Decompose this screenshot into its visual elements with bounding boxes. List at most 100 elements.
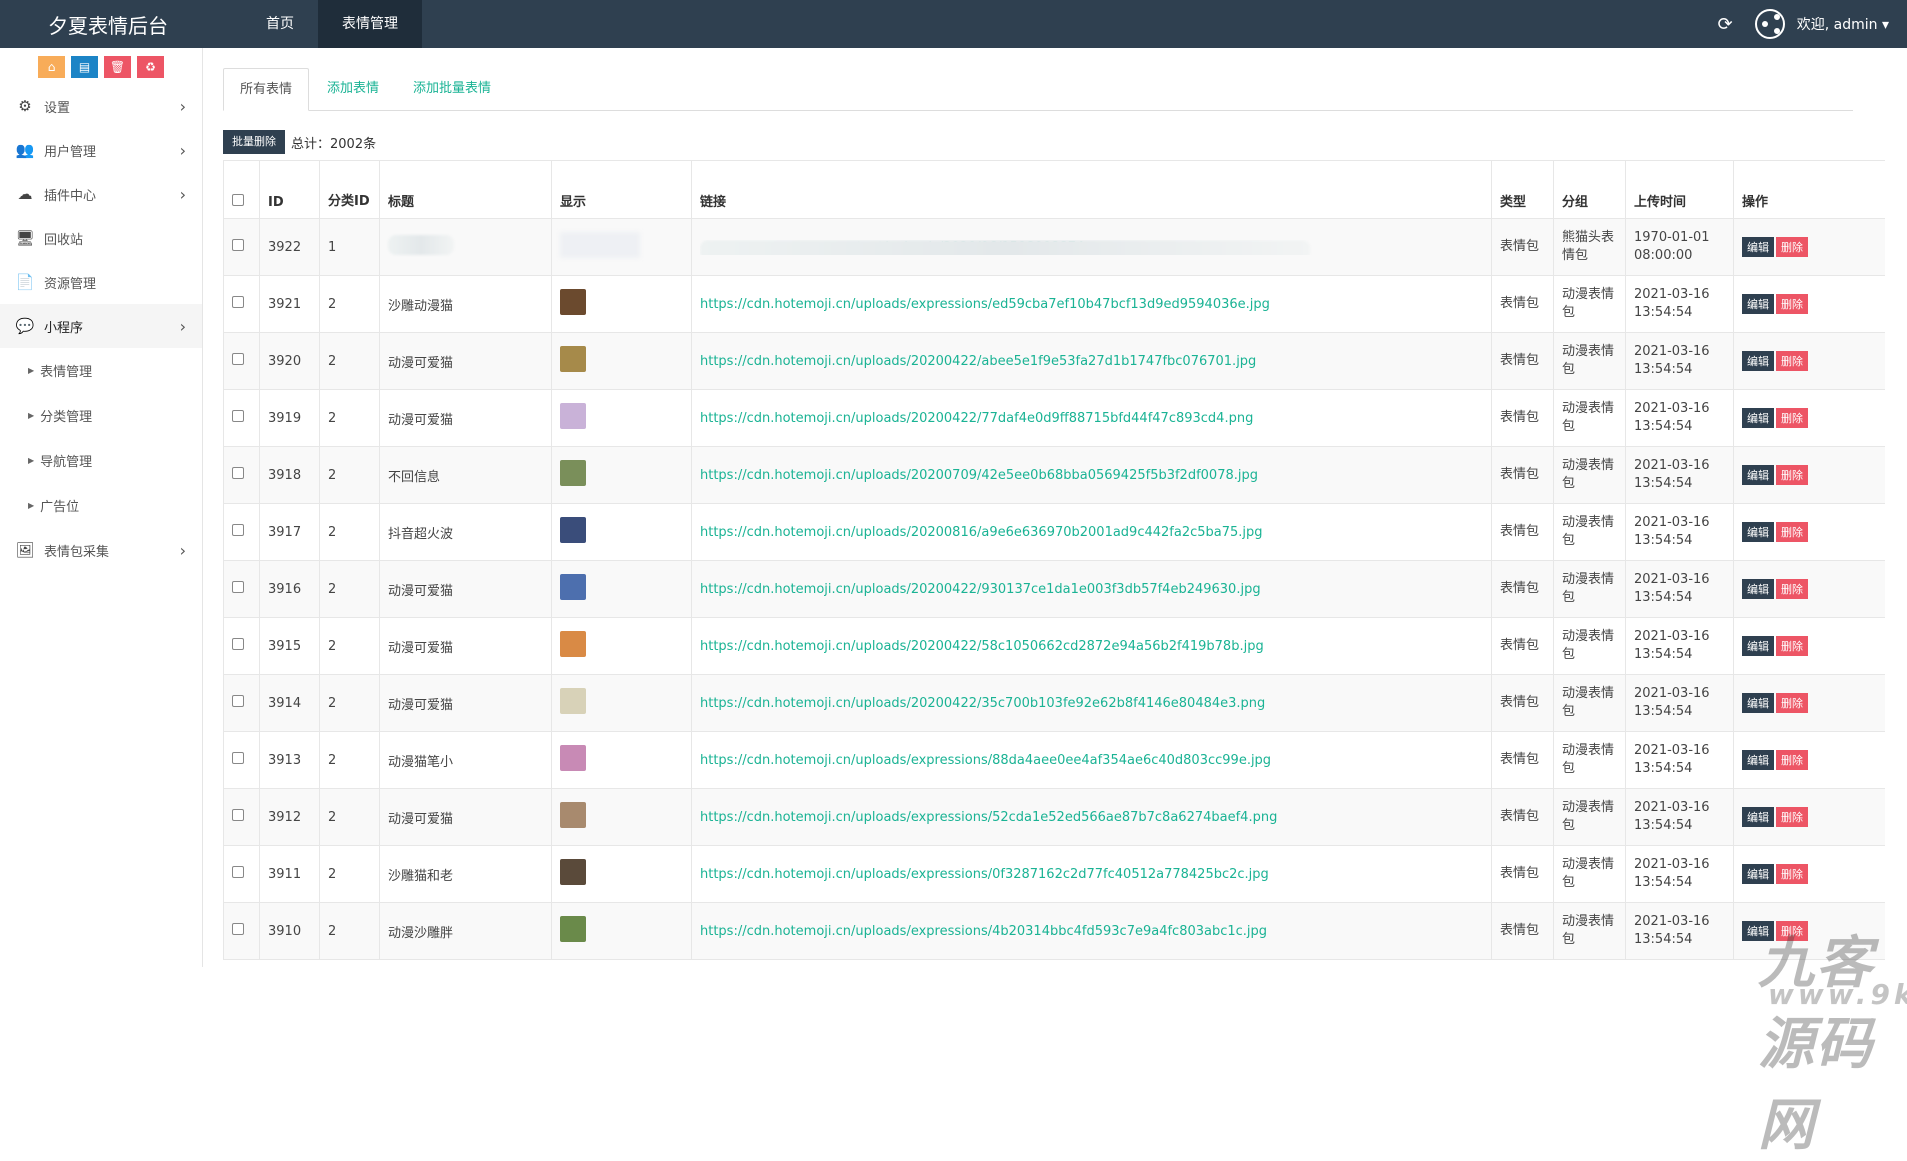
toolbar: 批量删除 总计：2002条 <box>223 130 376 154</box>
edit-button[interactable]: 编辑 <box>1742 408 1774 428</box>
delete-button[interactable]: 删除 <box>1776 294 1808 314</box>
delete-button[interactable]: 删除 <box>1776 750 1808 770</box>
expression-thumbnail[interactable] <box>560 232 640 258</box>
expression-link[interactable]: https://cdn.hotemoji.cn/uploads/expressi… <box>700 867 1483 882</box>
cell-title: 沙雕猫和老 <box>379 845 552 903</box>
expression-link[interactable]: https://cdn.hotemoji.cn/uploads/20200709… <box>700 468 1483 483</box>
edit-button[interactable]: 编辑 <box>1742 636 1774 656</box>
expression-link[interactable]: https://cdn.hotemoji.cn/uploads/20200816… <box>700 525 1483 540</box>
expression-thumbnail[interactable] <box>560 631 586 657</box>
expression-thumbnail[interactable] <box>560 859 586 885</box>
expression-thumbnail[interactable] <box>560 460 586 486</box>
row-checkbox[interactable] <box>232 923 244 935</box>
tab-all-expressions[interactable]: 所有表情 <box>223 68 310 111</box>
trash-icon[interactable]: 🗑 <box>104 56 131 78</box>
row-checkbox[interactable] <box>232 695 244 707</box>
cell-link: https://cdn.hotemoji.cn/uploads/20200422… <box>691 674 1492 732</box>
expression-thumbnail[interactable] <box>560 745 586 771</box>
edit-button[interactable]: 编辑 <box>1742 693 1774 713</box>
edit-button[interactable]: 编辑 <box>1742 807 1774 827</box>
user-menu[interactable]: 欢迎, admin ▾ <box>1797 14 1889 34</box>
sidebar-item-collection[interactable]: 🖼 表情包采集 › <box>0 528 202 572</box>
sidebar-subitem-category-management[interactable]: ▶ 分类管理 <box>0 393 202 438</box>
sidebar-subitem-expression-management[interactable]: ▶ 表情管理 <box>0 348 202 393</box>
expression-thumbnail[interactable] <box>560 403 586 429</box>
edit-button[interactable]: 编辑 <box>1742 579 1774 599</box>
cell-group: 动漫表情包 <box>1553 674 1626 732</box>
expression-link[interactable]: https://cdn.hotemoji.cn/uploads/expressi… <box>700 810 1483 825</box>
row-checkbox[interactable] <box>232 353 244 365</box>
nav-expression-management[interactable]: 表情管理 <box>318 0 422 48</box>
row-checkbox[interactable] <box>232 638 244 650</box>
row-checkbox[interactable] <box>232 296 244 308</box>
row-checkbox[interactable] <box>232 524 244 536</box>
select-all-checkbox[interactable] <box>232 194 244 206</box>
row-select-cell <box>223 731 260 789</box>
edit-button[interactable]: 编辑 <box>1742 750 1774 770</box>
expression-thumbnail[interactable] <box>560 517 586 543</box>
delete-button[interactable]: 删除 <box>1776 807 1808 827</box>
sidebar-item-resources[interactable]: 📄 资源管理 <box>0 260 202 304</box>
tab-add-expression[interactable]: 添加表情 <box>311 68 395 111</box>
sidebar-item-settings[interactable]: ⚙ 设置 › <box>0 84 202 128</box>
sidebar-subitem-nav-management[interactable]: ▶ 导航管理 <box>0 438 202 483</box>
row-checkbox[interactable] <box>232 467 244 479</box>
expression-link[interactable]: https://cdn.hotemoji.cn/uploads/expressi… <box>700 753 1483 768</box>
brand-title[interactable]: 夕夏表情后台 <box>0 10 242 39</box>
sidebar-item-recycle-bin[interactable]: 🖥 回收站 <box>0 216 202 260</box>
avatar[interactable] <box>1754 9 1785 39</box>
row-checkbox[interactable] <box>232 809 244 821</box>
delete-button[interactable]: 删除 <box>1776 408 1808 428</box>
row-checkbox[interactable] <box>232 581 244 593</box>
expression-link[interactable]: https://cdn.hotemoji.cn/uploads/expressi… <box>700 924 1483 939</box>
delete-button[interactable]: 删除 <box>1776 693 1808 713</box>
tab-add-batch[interactable]: 添加批量表情 <box>397 68 507 111</box>
expression-link[interactable]: https://cdn.hotemoji.cn/uploads/20200422… <box>700 639 1483 654</box>
nav-home[interactable]: 首页 <box>242 0 318 48</box>
row-checkbox[interactable] <box>232 239 244 251</box>
delete-button[interactable]: 删除 <box>1776 636 1808 656</box>
edit-button[interactable]: 编辑 <box>1742 294 1774 314</box>
batch-delete-button[interactable]: 批量删除 <box>223 130 285 154</box>
edit-button[interactable]: 编辑 <box>1742 465 1774 485</box>
recycle-icon[interactable]: ♻ <box>137 56 164 78</box>
delete-button[interactable]: 删除 <box>1776 579 1808 599</box>
cell-display <box>551 560 692 618</box>
edit-button[interactable]: 编辑 <box>1742 237 1774 257</box>
sidebar-subitem-ad-slot[interactable]: ▶ 广告位 <box>0 483 202 528</box>
refresh-icon[interactable]: ⟳ <box>1718 14 1733 35</box>
sidebar-item-plugins[interactable]: ☁ 插件中心 › <box>0 172 202 216</box>
expression-thumbnail[interactable] <box>560 916 586 942</box>
expression-link[interactable]: https://cdn.hotemoji.cn/uploads/20200422… <box>700 411 1483 426</box>
file-icon[interactable]: ▤ <box>71 56 98 78</box>
sidebar-item-users[interactable]: 👥 用户管理 › <box>0 128 202 172</box>
row-checkbox[interactable] <box>232 410 244 422</box>
expression-thumbnail[interactable] <box>560 688 586 714</box>
home-icon[interactable]: ⌂ <box>38 56 65 78</box>
chevron-right-icon: › <box>179 540 186 560</box>
cell-display <box>551 218 692 276</box>
expression-thumbnail[interactable] <box>560 574 586 600</box>
cell-type: 表情包 <box>1491 503 1554 561</box>
sidebar-item-mini-program[interactable]: 💬 小程序 › <box>0 304 202 348</box>
delete-button[interactable]: 删除 <box>1776 237 1808 257</box>
edit-button[interactable]: 编辑 <box>1742 864 1774 884</box>
delete-button[interactable]: 删除 <box>1776 864 1808 884</box>
expression-link[interactable]: https://cdn.hotemoji.cn/uploads/expressi… <box>700 297 1483 312</box>
link-blurred[interactable]: wp-content/uploads/2020/06/1598008874 <box>700 239 1483 255</box>
expression-link[interactable]: https://cdn.hotemoji.cn/uploads/20200422… <box>700 354 1483 369</box>
expression-thumbnail[interactable] <box>560 346 586 372</box>
cell-display <box>551 731 692 789</box>
delete-button[interactable]: 删除 <box>1776 522 1808 542</box>
delete-button[interactable]: 删除 <box>1776 351 1808 371</box>
expression-link[interactable]: https://cdn.hotemoji.cn/uploads/20200422… <box>700 582 1483 597</box>
delete-button[interactable]: 删除 <box>1776 465 1808 485</box>
row-checkbox[interactable] <box>232 752 244 764</box>
cell-group: 动漫表情包 <box>1553 503 1626 561</box>
expression-thumbnail[interactable] <box>560 802 586 828</box>
edit-button[interactable]: 编辑 <box>1742 351 1774 371</box>
expression-thumbnail[interactable] <box>560 289 586 315</box>
edit-button[interactable]: 编辑 <box>1742 522 1774 542</box>
row-checkbox[interactable] <box>232 866 244 878</box>
expression-link[interactable]: https://cdn.hotemoji.cn/uploads/20200422… <box>700 696 1483 711</box>
